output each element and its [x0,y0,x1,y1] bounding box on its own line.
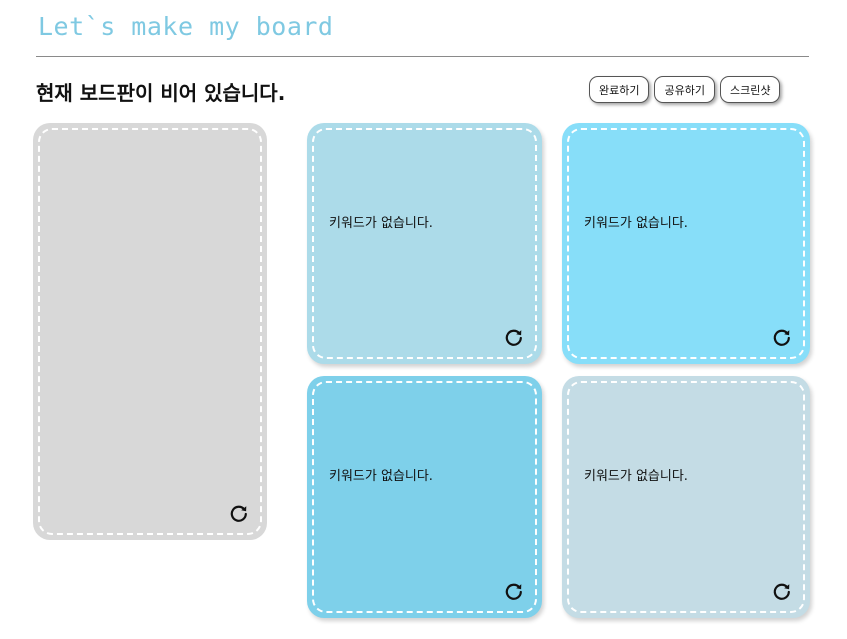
title-divider [36,56,809,57]
refresh-icon[interactable] [504,582,524,602]
board-status-text: 현재 보드판이 비어 있습니다. [36,81,286,105]
keyword-card-text: 키워드가 없습니다. [584,216,688,231]
app-title: Let`s make my board [38,12,334,41]
card-dashed-border [567,381,805,613]
done-button[interactable]: 완료하기 [589,76,650,103]
main-board-card[interactable] [33,123,267,540]
card-dashed-border [312,381,537,613]
keyword-card-text: 키워드가 없습니다. [329,216,433,231]
refresh-icon[interactable] [772,582,792,602]
keyword-card-1[interactable]: 키워드가 없습니다. [307,123,542,364]
keyword-card-3[interactable]: 키워드가 없습니다. [307,376,542,618]
card-dashed-border [38,128,262,535]
toolbar: 완료하기 공유하기 스크린샷 [589,76,781,103]
keyword-card-2[interactable]: 키워드가 없습니다. [562,123,810,364]
screenshot-button[interactable]: 스크린샷 [719,76,781,103]
keyword-card-text: 키워드가 없습니다. [329,469,433,484]
keyword-card-4[interactable]: 키워드가 없습니다. [562,376,810,618]
card-dashed-border [312,128,537,359]
refresh-icon[interactable] [229,504,249,524]
refresh-icon[interactable] [504,328,524,348]
share-button[interactable]: 공유하기 [654,76,715,103]
card-dashed-border [567,128,805,359]
keyword-card-text: 키워드가 없습니다. [584,469,688,484]
refresh-icon[interactable] [772,328,792,348]
